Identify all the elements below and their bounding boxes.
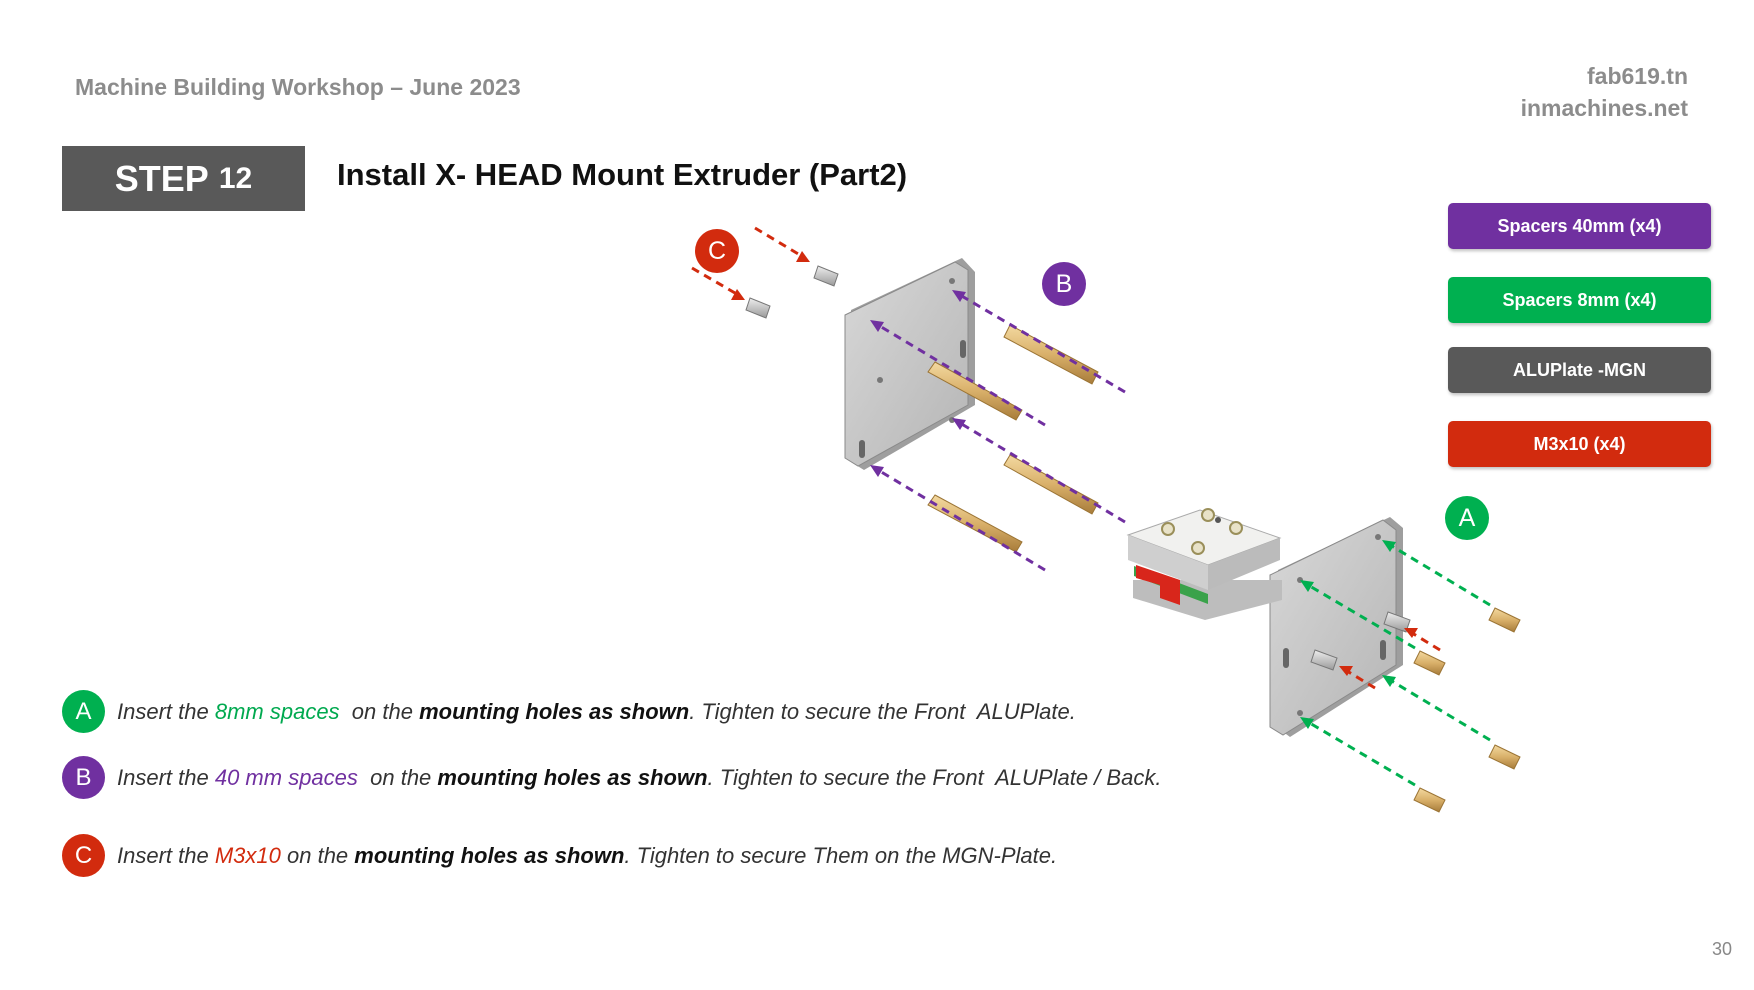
instruction-badge-c: C [62,834,105,877]
legend-aluplate-mgn: ALUPlate -MGN [1448,347,1711,393]
instr-c-part1: Insert the [117,842,215,868]
instr-b-part2: on the [357,764,438,790]
instr-b-highlight: 40 mm spaces [214,764,358,790]
instr-c-highlight: M3x10 [214,842,281,868]
legend-spacers-8mm: Spacers 8mm (x4) [1448,277,1711,323]
legend-m3x10: M3x10 (x4) [1448,421,1711,467]
back-plate [844,258,975,470]
instr-b-bold: mounting holes as shown [437,764,708,790]
instr-a-bold: mounting holes as shown [419,698,690,724]
instr-c-part2: on the [280,842,355,868]
front-plate [1269,517,1403,737]
diagram-badge-c: C [695,229,739,273]
mgn-carriage [1126,508,1282,620]
instr-c-bold: mounting holes as shown [354,842,625,868]
instr-a-part3: . Tighten to secure the Front ALUPlate. [689,698,1076,724]
instr-b-part3: . Tighten to secure the Front ALUPlate /… [707,764,1162,790]
instruction-text-b: Insert the 40 mm spaces on the mounting … [117,765,1161,791]
diagram-badge-b: B [1042,262,1086,306]
instruction-text-c: Insert the M3x10 on the mounting holes a… [117,843,1057,869]
instruction-badge-b: B [62,756,105,799]
instr-b-part1: Insert the [117,764,215,790]
instr-a-highlight: 8mm spaces [214,698,340,724]
instruction-badge-a: A [62,690,105,733]
instruction-b: B Insert the 40 mm spaces on the mountin… [62,756,1161,799]
page-number: 30 [1711,939,1732,959]
instr-a-part2: on the [339,698,420,724]
instruction-text-a: Insert the 8mm spaces on the mounting ho… [117,699,1076,725]
instruction-c: C Insert the M3x10 on the mounting holes… [62,834,1057,877]
diagram-badge-a: A [1445,496,1489,540]
instr-c-part3: . Tighten to secure Them on the MGN-Plat… [624,842,1058,868]
spacers-8mm [1413,607,1521,813]
instruction-a: A Insert the 8mm spaces on the mounting … [62,690,1076,733]
legend-spacers-40mm: Spacers 40mm (x4) [1448,203,1711,249]
instr-a-part1: Insert the [117,698,215,724]
